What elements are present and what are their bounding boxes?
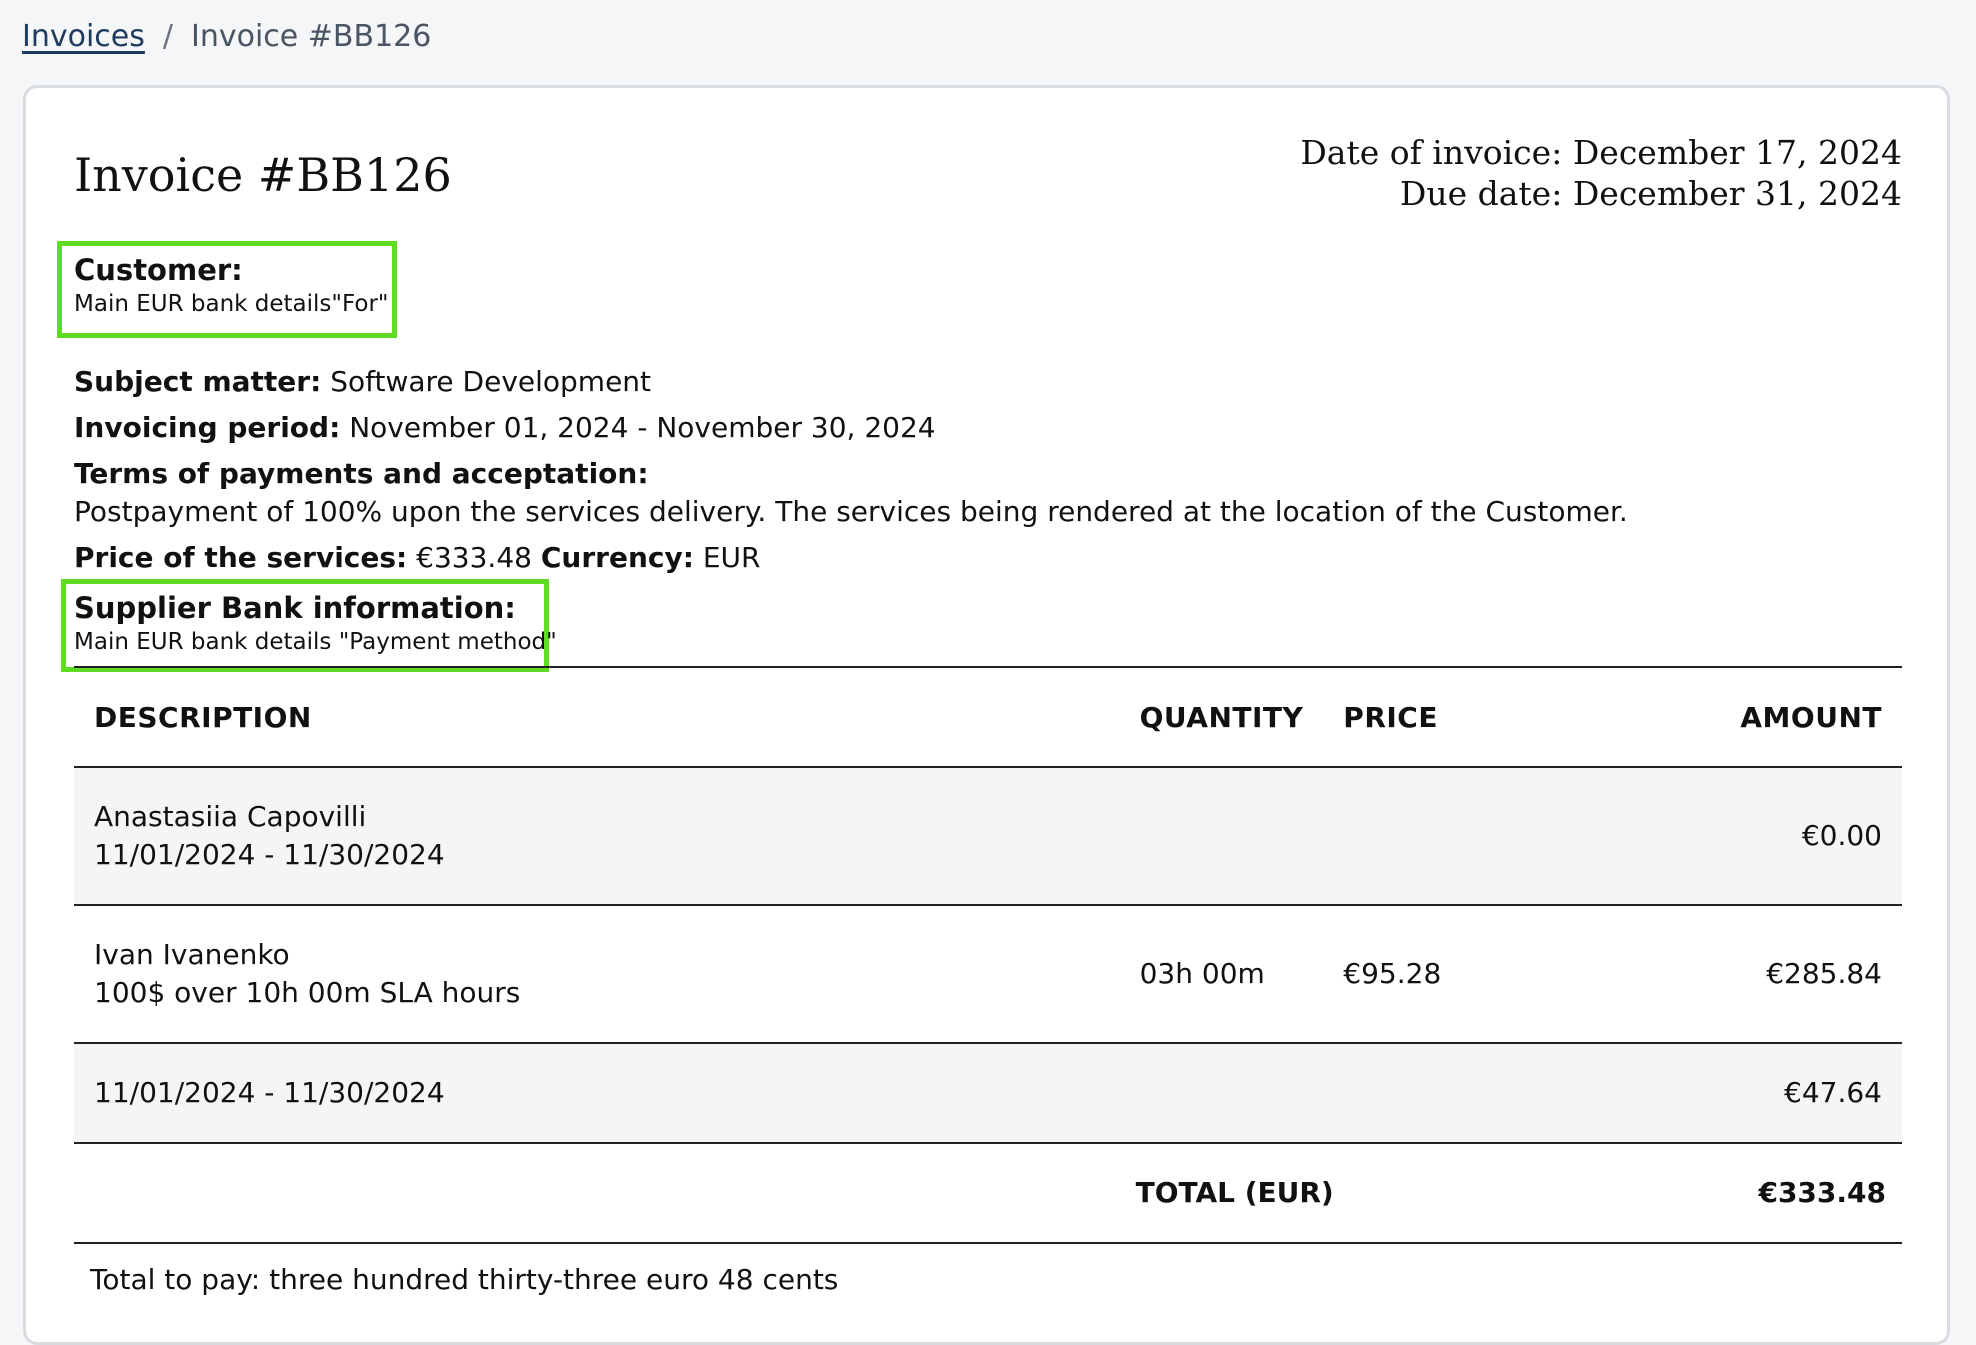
total-value: €333.48 (1645, 1143, 1902, 1244)
subject-matter-label: Subject matter: (74, 365, 322, 398)
row-description: 11/01/2024 - 11/30/2024 (74, 1043, 1120, 1144)
breadcrumb-separator: / (162, 18, 173, 54)
table-row: Ivan Ivanenko 100$ over 10h 00m SLA hour… (74, 905, 1902, 1044)
invoicing-period-line: Invoicing period: November 01, 2024 - No… (74, 410, 936, 446)
currency-value: EUR (702, 541, 761, 574)
invoicing-period-label: Invoicing period: (74, 411, 341, 444)
row-description: Anastasiia Capovilli 11/01/2024 - 11/30/… (74, 767, 1120, 906)
total-label: TOTAL (EUR) (1119, 1143, 1646, 1244)
invoice-date-line: Date of invoice: December 17, 2024 (1300, 132, 1902, 173)
row-description-line2: 100$ over 10h 00m SLA hours (94, 976, 521, 1009)
subject-matter-value: Software Development (330, 365, 652, 398)
row-price: €95.28 (1323, 905, 1646, 1044)
row-price (1323, 767, 1646, 906)
total-row: TOTAL (EUR) €333.48 (74, 1143, 1902, 1244)
row-amount: €47.64 (1645, 1043, 1902, 1144)
supplier-bank-block: Supplier Bank information: Main EUR bank… (74, 590, 557, 658)
total-in-words: Total to pay: three hundred thirty-three… (90, 1263, 839, 1296)
row-description-line1: 11/01/2024 - 11/30/2024 (94, 1076, 445, 1109)
price-value: €333.48 (416, 541, 532, 574)
customer-block: Customer: Main EUR bank details"For" (74, 252, 389, 320)
row-amount: €285.84 (1645, 905, 1902, 1044)
invoice-dates: Date of invoice: December 17, 2024 Due d… (1300, 132, 1902, 214)
due-date-line: Due date: December 31, 2024 (1300, 173, 1902, 214)
supplier-bank-label: Supplier Bank information: (74, 591, 516, 625)
row-quantity (1119, 767, 1324, 906)
total-spacer (74, 1143, 1120, 1244)
terms-label-text: Terms of payments and acceptation: (74, 457, 649, 490)
terms-label: Terms of payments and acceptation: (74, 456, 649, 492)
price-line: Price of the services: €333.48 Currency:… (74, 540, 761, 576)
table-header-row: DESCRIPTION QUANTITY PRICE AMOUNT (74, 666, 1902, 768)
breadcrumb-current: Invoice #BB126 (191, 18, 432, 54)
terms-value: Postpayment of 100% upon the services de… (74, 495, 1628, 528)
row-quantity (1119, 1043, 1324, 1144)
due-date-value: December 31, 2024 (1572, 174, 1902, 213)
customer-value: Main EUR bank details"For" (74, 291, 389, 317)
invoice-items-table: DESCRIPTION QUANTITY PRICE AMOUNT Anasta… (74, 666, 1902, 1244)
supplier-bank-value: Main EUR bank details "Payment method" (74, 629, 557, 655)
invoice-date-label: Date of invoice: (1300, 133, 1563, 172)
row-description-line2: 11/01/2024 - 11/30/2024 (94, 838, 445, 871)
row-description-line1: Anastasiia Capovilli (94, 800, 367, 833)
row-description-line1: Ivan Ivanenko (94, 938, 290, 971)
invoice-date-value: December 17, 2024 (1572, 133, 1902, 172)
invoice-title: Invoice #BB126 (74, 148, 452, 202)
row-description: Ivan Ivanenko 100$ over 10h 00m SLA hour… (74, 905, 1120, 1044)
customer-label: Customer: (74, 253, 243, 287)
currency-label: Currency: (540, 541, 694, 574)
header-price: PRICE (1323, 666, 1646, 768)
breadcrumb-invoices-link[interactable]: Invoices (22, 19, 145, 54)
invoicing-period-value: November 01, 2024 - November 30, 2024 (349, 411, 936, 444)
due-date-label: Due date: (1399, 174, 1563, 213)
subject-matter-line: Subject matter: Software Development (74, 364, 651, 400)
table-row: 11/01/2024 - 11/30/2024 €47.64 (74, 1043, 1902, 1144)
table-row: Anastasiia Capovilli 11/01/2024 - 11/30/… (74, 767, 1902, 906)
breadcrumb: Invoices / Invoice #BB126 (22, 14, 431, 58)
row-amount: €0.00 (1645, 767, 1902, 906)
row-quantity: 03h 00m (1119, 905, 1324, 1044)
price-label: Price of the services: (74, 541, 408, 574)
header-description: DESCRIPTION (74, 666, 1120, 768)
row-price (1323, 1043, 1646, 1144)
header-amount: AMOUNT (1645, 666, 1902, 768)
header-quantity: QUANTITY (1119, 666, 1324, 768)
